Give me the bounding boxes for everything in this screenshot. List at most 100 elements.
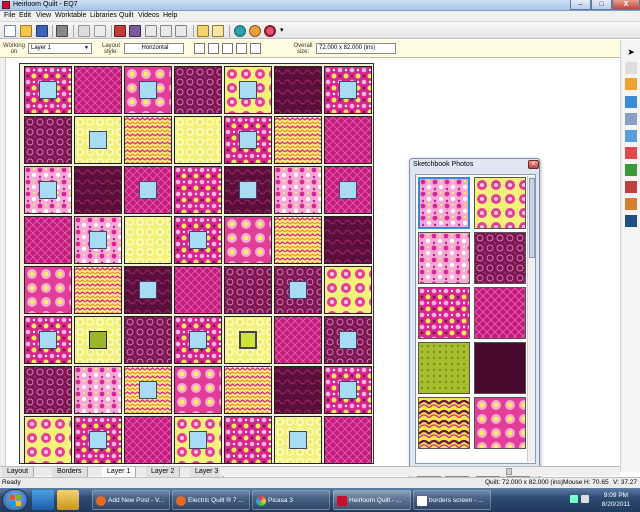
network-icon[interactable] bbox=[570, 495, 578, 503]
photo-swatch[interactable] bbox=[474, 287, 526, 339]
maximize-button[interactable]: □ bbox=[591, 0, 612, 10]
quilt-block[interactable] bbox=[324, 66, 372, 114]
pencil-icon[interactable] bbox=[625, 215, 637, 227]
quilt-block[interactable] bbox=[24, 116, 72, 164]
menu-quilt[interactable]: Quilt bbox=[119, 12, 133, 19]
toolbar-overflow-icon[interactable]: ▾ bbox=[280, 25, 288, 37]
system-tray[interactable] bbox=[570, 494, 592, 506]
rotate-icon[interactable] bbox=[625, 147, 637, 159]
quilt-block[interactable] bbox=[224, 416, 272, 464]
quilt-block[interactable] bbox=[324, 216, 372, 264]
taskbar-item-borders-screen[interactable]: borders screen - ... bbox=[413, 490, 491, 510]
cut-icon[interactable] bbox=[78, 25, 90, 37]
quilt-block[interactable] bbox=[274, 66, 322, 114]
quilt-block[interactable] bbox=[24, 66, 72, 114]
photo-swatch[interactable] bbox=[474, 232, 526, 284]
zoom-out-icon[interactable] bbox=[160, 25, 172, 37]
quilt-block[interactable] bbox=[74, 166, 122, 214]
photo-swatch[interactable] bbox=[418, 342, 470, 394]
quilt-block[interactable] bbox=[174, 266, 222, 314]
quilt-block[interactable] bbox=[124, 366, 172, 414]
taskbar-item-heirloom-quilt[interactable]: Heirloom Quilt - ... bbox=[333, 490, 411, 510]
quilt-block[interactable] bbox=[24, 266, 72, 314]
photo-swatch[interactable] bbox=[418, 287, 470, 339]
quilt-block[interactable] bbox=[74, 116, 122, 164]
quilt-block[interactable] bbox=[74, 416, 122, 464]
tab-borders[interactable]: Borders bbox=[52, 467, 88, 477]
quilt-block[interactable] bbox=[124, 266, 172, 314]
quilt-block[interactable] bbox=[324, 166, 372, 214]
menu-help[interactable]: Help bbox=[163, 12, 177, 19]
tab-layout[interactable]: Layout bbox=[2, 467, 35, 477]
close-button[interactable]: X bbox=[612, 0, 640, 10]
sketchbook-icon[interactable] bbox=[129, 25, 141, 37]
scrollbar-thumb[interactable] bbox=[506, 468, 512, 475]
quilt-block[interactable] bbox=[224, 366, 272, 414]
quilt-worktable[interactable]: Sketchbook Photos x □ ⊞ ▦ ⊞ bbox=[0, 58, 620, 481]
layout-grid-icon[interactable] bbox=[194, 43, 205, 54]
quilt-block[interactable] bbox=[324, 366, 372, 414]
photo-swatch[interactable] bbox=[474, 177, 526, 229]
quilt-block[interactable] bbox=[174, 216, 222, 264]
layout-grid-icon[interactable] bbox=[236, 43, 247, 54]
quilt-block[interactable] bbox=[324, 116, 372, 164]
scrollbar-thumb[interactable] bbox=[529, 178, 535, 258]
photo-swatch[interactable] bbox=[474, 397, 526, 449]
horizontal-scrollbar[interactable] bbox=[220, 467, 620, 476]
start-button[interactable] bbox=[2, 489, 28, 511]
quilt-block[interactable] bbox=[124, 116, 172, 164]
spraycan-icon[interactable] bbox=[625, 130, 637, 142]
wand-icon[interactable] bbox=[212, 25, 224, 37]
panel-scrollbar[interactable] bbox=[527, 176, 535, 462]
quilt-block[interactable] bbox=[24, 216, 72, 264]
quilt-block[interactable] bbox=[224, 266, 272, 314]
menu-videos[interactable]: Videos bbox=[138, 12, 159, 19]
tab-layer-2[interactable]: Layer 2 bbox=[146, 467, 181, 477]
quilt-block[interactable] bbox=[124, 166, 172, 214]
quilt-block[interactable] bbox=[274, 416, 322, 464]
photo-swatch[interactable] bbox=[418, 232, 470, 284]
menu-libraries[interactable]: Libraries bbox=[90, 12, 117, 19]
paintbrush-icon[interactable] bbox=[625, 78, 637, 90]
quilt-block[interactable] bbox=[174, 316, 222, 364]
save-icon[interactable] bbox=[36, 25, 48, 37]
quilt-block[interactable] bbox=[224, 166, 272, 214]
quilt-block[interactable] bbox=[24, 166, 72, 214]
eyedropper-icon[interactable] bbox=[625, 198, 637, 210]
photo-swatch[interactable] bbox=[474, 342, 526, 394]
undo-icon[interactable] bbox=[94, 25, 106, 37]
panel-close-button[interactable]: x bbox=[528, 160, 539, 169]
quilt-block[interactable] bbox=[74, 66, 122, 114]
quilt-layout[interactable] bbox=[19, 63, 374, 464]
tab-layer-1[interactable]: Layer 1 bbox=[102, 467, 137, 477]
menu-edit[interactable]: Edit bbox=[19, 12, 31, 19]
working-on-select[interactable]: Layer 1 ▼ bbox=[28, 43, 92, 54]
explorer-icon[interactable] bbox=[57, 490, 79, 510]
quilt-block[interactable] bbox=[274, 266, 322, 314]
quilt-block[interactable] bbox=[174, 66, 222, 114]
set-block-icon[interactable] bbox=[625, 164, 637, 176]
quilt-block[interactable] bbox=[124, 416, 172, 464]
taskbar-item-add-new-post[interactable]: Add New Post - V... bbox=[92, 490, 170, 510]
clock[interactable]: 9:09 PM 8/20/2011 bbox=[596, 491, 636, 509]
library-icon[interactable] bbox=[114, 25, 126, 37]
eraser-icon[interactable] bbox=[625, 181, 637, 193]
worktable-block-icon[interactable] bbox=[249, 25, 261, 37]
quilt-block[interactable] bbox=[274, 116, 322, 164]
worktable-image-icon[interactable] bbox=[264, 25, 276, 37]
quilt-block[interactable] bbox=[324, 316, 372, 364]
menu-file[interactable]: File bbox=[4, 12, 15, 19]
quilt-block[interactable] bbox=[124, 66, 172, 114]
menu-view[interactable]: View bbox=[36, 12, 51, 19]
layout-grid-icon[interactable] bbox=[250, 43, 261, 54]
swap-icon[interactable] bbox=[625, 113, 637, 125]
layout-grid-icon[interactable] bbox=[222, 43, 233, 54]
fussy-cut-icon[interactable] bbox=[625, 96, 637, 108]
quilt-block[interactable] bbox=[174, 166, 222, 214]
menu-worktable[interactable]: Worktable bbox=[55, 12, 86, 19]
quilt-block[interactable] bbox=[74, 216, 122, 264]
quilt-block[interactable] bbox=[24, 366, 72, 414]
ie-icon[interactable] bbox=[32, 490, 54, 510]
worktable-quilt-icon[interactable] bbox=[234, 25, 246, 37]
quilt-block[interactable] bbox=[124, 316, 172, 364]
